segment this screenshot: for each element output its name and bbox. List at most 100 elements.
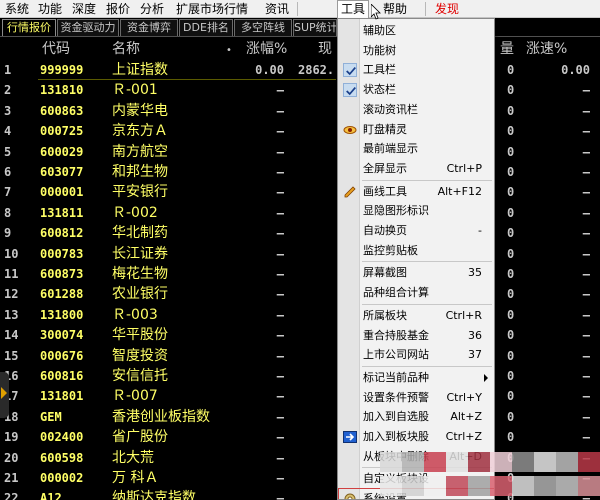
- stock-name: 香港创业板指数: [112, 408, 210, 425]
- tab-capital-drive[interactable]: 资金驱动力: [57, 19, 119, 36]
- stock-name: 和邦生物: [112, 164, 168, 180]
- menu-item[interactable]: 标记当前品种: [339, 368, 494, 388]
- speed-percent: –: [582, 246, 590, 261]
- menu-item-label: 状态栏: [363, 83, 396, 97]
- table-row[interactable]: 19 002400 省广股份 – 0 –: [0, 427, 600, 447]
- tab-long-short[interactable]: 多空阵线: [234, 19, 292, 36]
- menu-item[interactable]: 设置条件预警 Ctrl+Y: [339, 388, 494, 408]
- menu-item[interactable]: 加入到自选股 Alt+Z: [339, 407, 494, 427]
- table-row[interactable]: 4 000725 京东方Ａ – 0 –: [0, 121, 600, 141]
- row-index: 6: [4, 165, 12, 179]
- header-change[interactable]: 涨幅%: [246, 40, 287, 58]
- speed-percent: –: [582, 348, 590, 363]
- table-row[interactable]: 11 600873 梅花生物 – 0 –: [0, 264, 600, 284]
- menu-item[interactable]: 滚动资讯栏: [339, 100, 494, 120]
- header-name[interactable]: 名称: [112, 40, 140, 58]
- menu-news[interactable]: 资讯: [262, 0, 292, 18]
- table-row[interactable]: 14 300074 华平股份 – 0 –: [0, 325, 600, 345]
- menu-item[interactable]: 重合持股基金 36: [339, 326, 494, 346]
- gear-icon: [343, 492, 357, 499]
- stock-name: 华平股份: [112, 327, 168, 344]
- table-row[interactable]: 10 000783 长江证券 – 0 –: [0, 244, 600, 264]
- menu-analysis[interactable]: 分析: [137, 0, 167, 18]
- volume: 0: [507, 328, 515, 343]
- menu-item-label: 功能树: [363, 43, 396, 57]
- change-percent: 0.00: [255, 63, 284, 77]
- table-row[interactable]: 17 131801 Ｒ-007–0–: [0, 386, 600, 406]
- menu-extended-market[interactable]: 扩展市场行情: [173, 0, 251, 18]
- menu-item[interactable]: 全屏显示 Ctrl+P: [339, 159, 494, 179]
- menu-quotes[interactable]: 报价: [103, 0, 133, 18]
- menu-separator: [297, 2, 298, 16]
- tab-sup-stats[interactable]: SUP统计: [293, 19, 337, 36]
- menu-item[interactable]: 画线工具 Alt+F12: [339, 182, 494, 202]
- menu-separator: [425, 2, 426, 16]
- row-index: 12: [4, 287, 19, 302]
- menu-item[interactable]: 盯盘精灵: [339, 120, 494, 140]
- volume: 0: [507, 348, 515, 363]
- stock-name: 北大荒: [112, 449, 154, 466]
- table-row[interactable]: 16 600816 安信信托 –0–: [0, 366, 600, 386]
- table-row[interactable]: 1 999999 上证指数 0.00 2862. 0 0.00: [0, 60, 600, 80]
- menu-item-shortcut: Alt+F12: [437, 184, 482, 198]
- menu-item[interactable]: 上市公司网站 37: [339, 345, 494, 365]
- table-row[interactable]: 13 131800 Ｒ-003 – 0 –: [0, 305, 600, 325]
- stock-name: Ｒ-001: [112, 82, 158, 99]
- menu-depth[interactable]: 深度: [69, 0, 99, 18]
- volume: 0: [507, 63, 515, 77]
- sidebar-toggle-handle[interactable]: [0, 372, 9, 418]
- menu-item-label: 自动换页: [363, 224, 407, 237]
- stock-code: 002400: [40, 430, 84, 445]
- menu-item[interactable]: 加入到板块股 Ctrl+Z: [339, 427, 494, 447]
- row-index: 2: [4, 83, 12, 98]
- menu-item[interactable]: 监控剪贴板: [339, 241, 494, 261]
- table-row[interactable]: 6 603077 和邦生物 – 0 –: [0, 162, 600, 182]
- menu-discover[interactable]: 发现: [432, 0, 462, 18]
- menu-item[interactable]: 工具栏: [339, 60, 494, 80]
- menu-help[interactable]: 帮助: [380, 0, 410, 18]
- stock-name: 省广股份: [112, 429, 168, 446]
- tab-dde-ranking[interactable]: DDE排名: [179, 19, 233, 36]
- stock-name: Ｒ-002: [112, 204, 158, 221]
- header-speed[interactable]: 涨速%: [526, 40, 567, 58]
- menu-item[interactable]: 显隐图形标识: [339, 201, 494, 221]
- menu-item[interactable]: 功能树: [339, 41, 494, 61]
- table-row[interactable]: 12 601288 农业银行 – 0 –: [0, 284, 600, 304]
- table-row[interactable]: 2 131810 Ｒ-001 – 0 –: [0, 80, 600, 100]
- header-code[interactable]: 代码: [42, 40, 70, 58]
- speed-percent: –: [582, 287, 590, 302]
- menu-item[interactable]: 屏幕截图 35: [339, 263, 494, 283]
- table-row[interactable]: 18 GEM 香港创业板指数 –0–: [0, 407, 600, 427]
- table-row[interactable]: 15 000676 智度投资 – 0 –: [0, 346, 600, 366]
- table-row[interactable]: 9 600812 华北制药 – 0 –: [0, 223, 600, 243]
- menu-item[interactable]: 状态栏: [339, 80, 494, 100]
- menu-item[interactable]: 辅助区: [339, 21, 494, 41]
- check-icon: [343, 63, 357, 78]
- menu-item[interactable]: 最前端显示: [339, 139, 494, 159]
- menu-item[interactable]: 所属板块 Ctrl+R: [339, 306, 494, 326]
- menu-function[interactable]: 功能: [35, 0, 65, 18]
- volume: 0: [507, 205, 515, 220]
- header-current[interactable]: 现: [318, 40, 332, 58]
- change-percent: –: [276, 246, 284, 261]
- tab-quotes[interactable]: 行情报价: [2, 19, 56, 36]
- menu-tools[interactable]: 工具: [337, 0, 370, 19]
- menu-item[interactable]: 自动换页 -: [339, 221, 494, 241]
- volume: 0: [507, 267, 515, 281]
- menu-item[interactable]: 品种组合计算: [339, 283, 494, 303]
- change-percent: –: [276, 226, 284, 241]
- table-row[interactable]: 8 131811 Ｒ-002 – 0 –: [0, 203, 600, 223]
- speed-percent: –: [582, 389, 590, 404]
- menu-item-shortcut: 35: [468, 266, 482, 280]
- menu-system[interactable]: 系统: [2, 0, 32, 18]
- table-row[interactable]: 3 600863 内蒙华电 – 0 –: [0, 101, 600, 121]
- stock-code: 603077: [40, 165, 84, 179]
- table-row[interactable]: 5 600029 南方航空 – 0 –: [0, 142, 600, 162]
- mouse-cursor-icon: [371, 4, 381, 20]
- header-dot: •: [226, 45, 232, 56]
- stock-code: 131800: [40, 307, 84, 322]
- table-row[interactable]: 7 000001 平安银行 – 0 –: [0, 182, 600, 202]
- header-volume[interactable]: 量: [500, 40, 514, 58]
- tab-capital-game[interactable]: 资金博弈: [120, 19, 178, 36]
- speed-percent: –: [582, 144, 590, 159]
